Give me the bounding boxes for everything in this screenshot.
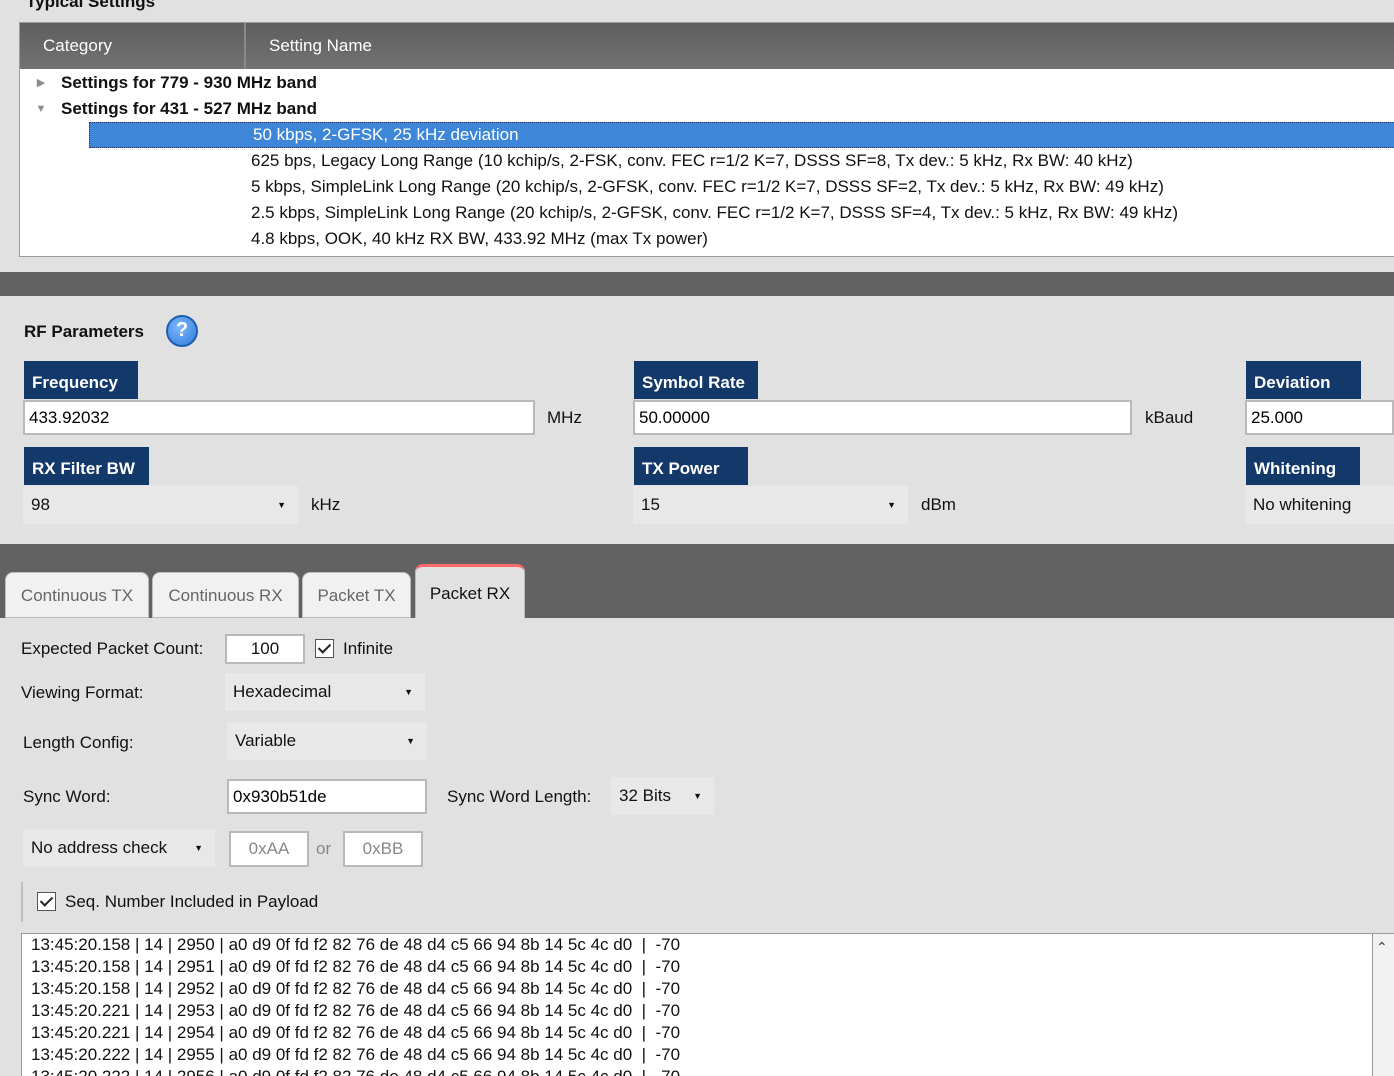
frequency-input[interactable] — [23, 400, 535, 435]
group-label: Settings for 431 - 527 MHz band — [61, 99, 317, 118]
sync-word-input[interactable] — [227, 779, 427, 814]
tx-power-value: 15 — [641, 495, 660, 514]
tab-packet-rx[interactable]: Packet RX — [415, 564, 525, 618]
log-line: 13:45:20.221 | 14 | 2954 | a0 d9 0f fd f… — [31, 1023, 681, 1042]
address-input-2[interactable]: 0xBB — [343, 831, 423, 867]
sync-word-label: Sync Word: — [23, 787, 111, 806]
scroll-up-icon[interactable]: ⌃ — [1376, 939, 1388, 956]
setting-row[interactable]: 2.5 kbps, SimpleLink Long Range (20 kchi… — [251, 200, 1178, 226]
symbol-rate-unit: kBaud — [1145, 408, 1194, 427]
typical-settings-table: Category Setting Name ▶ Settings for 779… — [19, 22, 1394, 257]
rx-filter-bw-dropdown[interactable]: 98 ▼ — [23, 486, 298, 524]
chevron-down-icon: ▼ — [693, 791, 702, 801]
expected-packet-count-input[interactable]: 100 — [225, 634, 305, 664]
panel-divider — [0, 544, 1394, 566]
setting-row[interactable]: 625 bps, Legacy Long Range (10 kchip/s, … — [251, 148, 1133, 174]
viewing-format-dropdown[interactable]: Hexadecimal ▼ — [225, 673, 425, 711]
rf-parameters-title: RF Parameters — [24, 322, 145, 341]
chevron-down-icon: ▼ — [887, 500, 896, 510]
tx-power-label: TX Power — [634, 447, 748, 485]
log-line: 13:45:20.158 | 14 | 2952 | a0 d9 0f fd f… — [31, 979, 681, 998]
whitening-label: Whitening — [1246, 447, 1360, 485]
expand-arrow-icon[interactable]: ▶ — [34, 70, 48, 96]
length-config-value: Variable — [235, 731, 297, 750]
expected-packet-count-label: Expected Packet Count: — [21, 639, 204, 658]
log-line: 13:45:20.158 | 14 | 2950 | a0 d9 0f fd f… — [31, 935, 681, 954]
frequency-unit: MHz — [547, 408, 582, 427]
setting-row-selected[interactable]: 50 kbps, 2-GFSK, 25 kHz deviation — [89, 122, 1394, 148]
length-config-label: Length Config: — [23, 733, 134, 752]
whitening-value: No whitening — [1253, 495, 1352, 514]
tab-packet-tx[interactable]: Packet TX — [302, 572, 411, 618]
viewing-format-label: Viewing Format: — [21, 683, 144, 702]
setting-row[interactable]: 5 kbps, SimpleLink Long Range (20 kchip/… — [251, 174, 1164, 200]
address-check-value: No address check — [31, 838, 168, 857]
tab-continuous-tx[interactable]: Continuous TX — [5, 572, 149, 618]
whitening-dropdown[interactable]: No whitening — [1245, 486, 1394, 524]
typical-settings-title: Typical Settings — [26, 0, 156, 11]
rx-filter-bw-unit: kHz — [311, 495, 341, 514]
log-line: 13:45:20.222 | 14 | 2955 | a0 d9 0f fd f… — [31, 1045, 681, 1064]
sync-word-length-label: Sync Word Length: — [447, 787, 592, 806]
tx-power-unit: dBm — [921, 495, 956, 514]
setting-row[interactable]: 4.8 kbps, OOK, 40 kHz RX BW, 433.92 MHz … — [251, 226, 708, 252]
viewing-format-value: Hexadecimal — [233, 682, 332, 701]
table-header: Category Setting Name — [20, 23, 1394, 69]
deviation-label: Deviation — [1246, 361, 1361, 399]
chevron-down-icon: ▼ — [277, 500, 286, 510]
frequency-label: Frequency — [24, 361, 138, 399]
collapse-arrow-icon[interactable]: ▼ — [34, 96, 48, 122]
infinite-checkbox[interactable] — [315, 639, 334, 658]
column-header-setting-name[interactable]: Setting Name — [246, 23, 1394, 69]
rx-filter-bw-value: 98 — [31, 495, 50, 514]
log-line: 13:45:20.158 | 14 | 2951 | a0 d9 0f fd f… — [31, 957, 681, 976]
rx-filter-bw-label: RX Filter BW — [24, 447, 149, 485]
sync-word-length-value: 32 Bits — [619, 786, 671, 805]
symbol-rate-input[interactable] — [633, 400, 1132, 435]
or-label: or — [316, 839, 332, 858]
tab-continuous-rx[interactable]: Continuous RX — [152, 572, 299, 618]
address-input-1[interactable]: 0xAA — [229, 831, 309, 867]
length-config-dropdown[interactable]: Variable ▼ — [227, 722, 427, 760]
column-header-category[interactable]: Category — [20, 23, 246, 69]
log-scrollbar[interactable]: ⌃ — [1373, 933, 1394, 1076]
deviation-input[interactable] — [1245, 400, 1394, 435]
help-icon[interactable]: ? — [166, 315, 198, 347]
chevron-down-icon: ▼ — [194, 843, 203, 853]
infinite-label: Infinite — [343, 639, 394, 658]
address-check-dropdown[interactable]: No address check ▼ — [23, 829, 215, 867]
sync-word-length-dropdown[interactable]: 32 Bits ▼ — [611, 777, 714, 815]
log-line: 13:45:20.221 | 14 | 2953 | a0 d9 0f fd f… — [31, 1001, 681, 1020]
log-line: 13:45:20.222 | 14 | 2956 | a0 d9 0f fd f… — [31, 1066, 680, 1076]
packet-log[interactable]: 13:45:20.158 | 14 | 2950 | a0 d9 0f fd f… — [21, 933, 1373, 1076]
chevron-down-icon: ▼ — [406, 736, 415, 746]
symbol-rate-label: Symbol Rate — [634, 361, 758, 399]
group-label: Settings for 779 - 930 MHz band — [61, 73, 317, 92]
chevron-down-icon: ▼ — [404, 687, 413, 697]
panel-divider — [0, 272, 1394, 296]
setting-name: 50 kbps, 2-GFSK, 25 kHz deviation — [253, 125, 519, 144]
tx-power-dropdown[interactable]: 15 ▼ — [633, 486, 908, 524]
seq-number-label: Seq. Number Included in Payload — [65, 892, 319, 911]
seq-number-checkbox[interactable] — [37, 892, 56, 911]
